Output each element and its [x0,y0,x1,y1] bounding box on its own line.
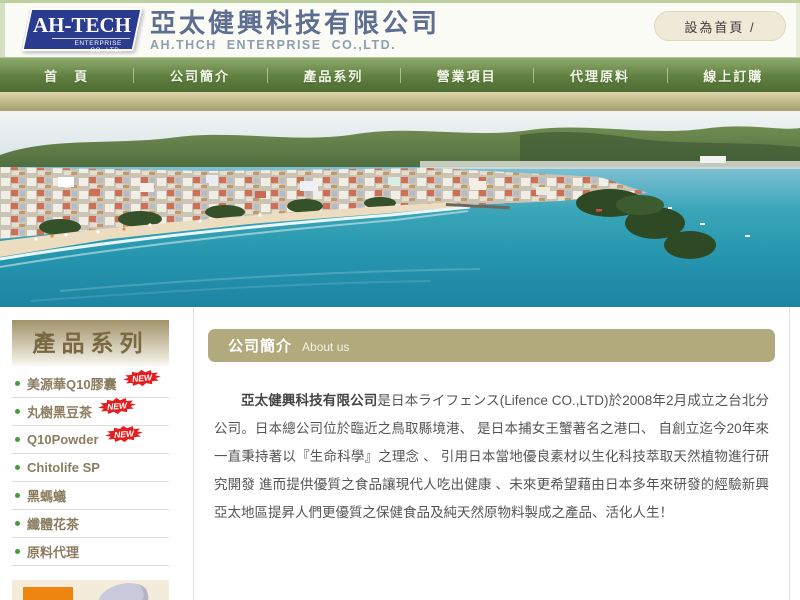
logo-wordmark: AH-TECH [28,13,136,37]
nav-item-label: 營業項目 [437,66,497,85]
header: AH-TECH ENTERPRISE CO.,LTD. 亞太健興科技有限公司 A… [0,3,800,57]
section-header: 公司簡介 About us [208,329,775,362]
seaside-banner-image [0,111,800,307]
new-badge-label: NEW [113,428,135,440]
bullet-icon [15,381,20,386]
company-logo: AH-TECH ENTERPRISE CO.,LTD. [21,8,142,51]
logo-subtext: ENTERPRISE CO.,LTD. [52,38,130,54]
nav-item-label: 公司簡介 [170,66,230,85]
sidebar-product-link[interactable]: Q10Powder NEW [12,426,169,454]
nav-item-label: 產品系列 [303,66,363,85]
about-lead-company-name: 亞太健興科技有限公司 [241,393,377,408]
nav-item-label: 代理原料 [570,66,630,85]
sidebar-product-link[interactable]: 原料代理 NEW [12,538,169,566]
section-subtitle: About us [302,338,349,354]
sidebar-title: 產品系列 [12,320,169,367]
starburst-icon: NEW [96,395,137,416]
sidebar-product-link[interactable]: 黑螞蟻 NEW [12,482,169,510]
decorative-band [0,92,800,111]
product-thumb-orange [23,587,73,600]
nav-item[interactable]: 線上訂購 [667,58,800,92]
company-name-en: AH.THCH ENTERPRISE CO.,LTD. [150,38,440,52]
product-thumb-bottle [95,578,150,600]
content-area: 產品系列 美源華Q10膠囊 NEW [0,307,800,600]
nav-item[interactable]: 代理原料 [533,58,666,92]
section-title: 公司簡介 [228,335,292,356]
sidebar-product-label: 丸樹黑豆茶 [27,402,92,421]
sidebar-product-link[interactable]: 美源華Q10膠囊 NEW [12,370,169,398]
new-badge: NEW [97,397,137,420]
company-title: 亞太健興科技有限公司 AH.THCH ENTERPRISE CO.,LTD. [150,8,440,52]
page: AH-TECH ENTERPRISE CO.,LTD. 亞太健興科技有限公司 A… [0,0,800,600]
sidebar-product-label: 纖體花茶 [27,514,79,533]
sidebar-product-label: 黑螞蟻 [27,486,66,505]
banner [0,111,800,307]
sidebar-product-link[interactable]: Chitolife SP NEW [12,454,169,482]
bullet-icon [15,409,20,414]
company-name-zh: 亞太健興科技有限公司 [150,8,440,38]
bullet-icon [15,437,20,442]
nav-item-label: 首 頁 [44,66,89,85]
bullet-icon [15,465,20,470]
nav-item[interactable]: 首 頁 [0,58,133,92]
sidebar-product-list: 美源華Q10膠囊 NEW 丸樹黑豆茶 [12,370,169,566]
new-badge-label: NEW [131,372,153,384]
main-panel: 公司簡介 About us 亞太健興科技有限公司是日本ライフェンス(Lifenc… [193,307,790,600]
nav-item[interactable]: 產品系列 [267,58,400,92]
set-homepage-button[interactable]: 設為首頁 / [654,11,786,41]
nav-item[interactable]: 營業項目 [400,58,533,92]
new-badge: NEW [122,369,162,392]
new-badge-label: NEW [107,400,129,412]
starburst-icon: NEW [103,423,144,444]
sidebar-product-banner[interactable] [12,580,169,600]
new-badge: NEW [104,425,144,448]
sidebar: 產品系列 美源華Q10膠囊 NEW [0,307,193,600]
sidebar-product-label: Chitolife SP [27,460,100,475]
bullet-icon [15,521,20,526]
bullet-icon [15,493,20,498]
sidebar-product-link[interactable]: 纖體花茶 NEW [12,510,169,538]
sidebar-product-link[interactable]: 丸樹黑豆茶 NEW [12,398,169,426]
starburst-icon: NEW [121,367,162,388]
company-logo-inner: AH-TECH ENTERPRISE CO.,LTD. [28,10,136,49]
about-body-text: 是日本ライフェンス(Lifence CO.,LTD)於2008年2月成立之台北分… [214,393,769,520]
sidebar-product-label: Q10Powder [27,432,99,447]
sidebar-product-label: 原料代理 [27,542,79,561]
about-paragraph: 亞太健興科技有限公司是日本ライフェンス(Lifence CO.,LTD)於200… [214,387,769,527]
sidebar-product-label: 美源華Q10膠囊 [27,374,117,393]
nav-item[interactable]: 公司簡介 [133,58,266,92]
nav-item-label: 線上訂購 [703,66,763,85]
main-nav: 首 頁 公司簡介 產品系列 營業項目 代理原料 線上訂購 [0,57,800,92]
bullet-icon [15,549,20,554]
